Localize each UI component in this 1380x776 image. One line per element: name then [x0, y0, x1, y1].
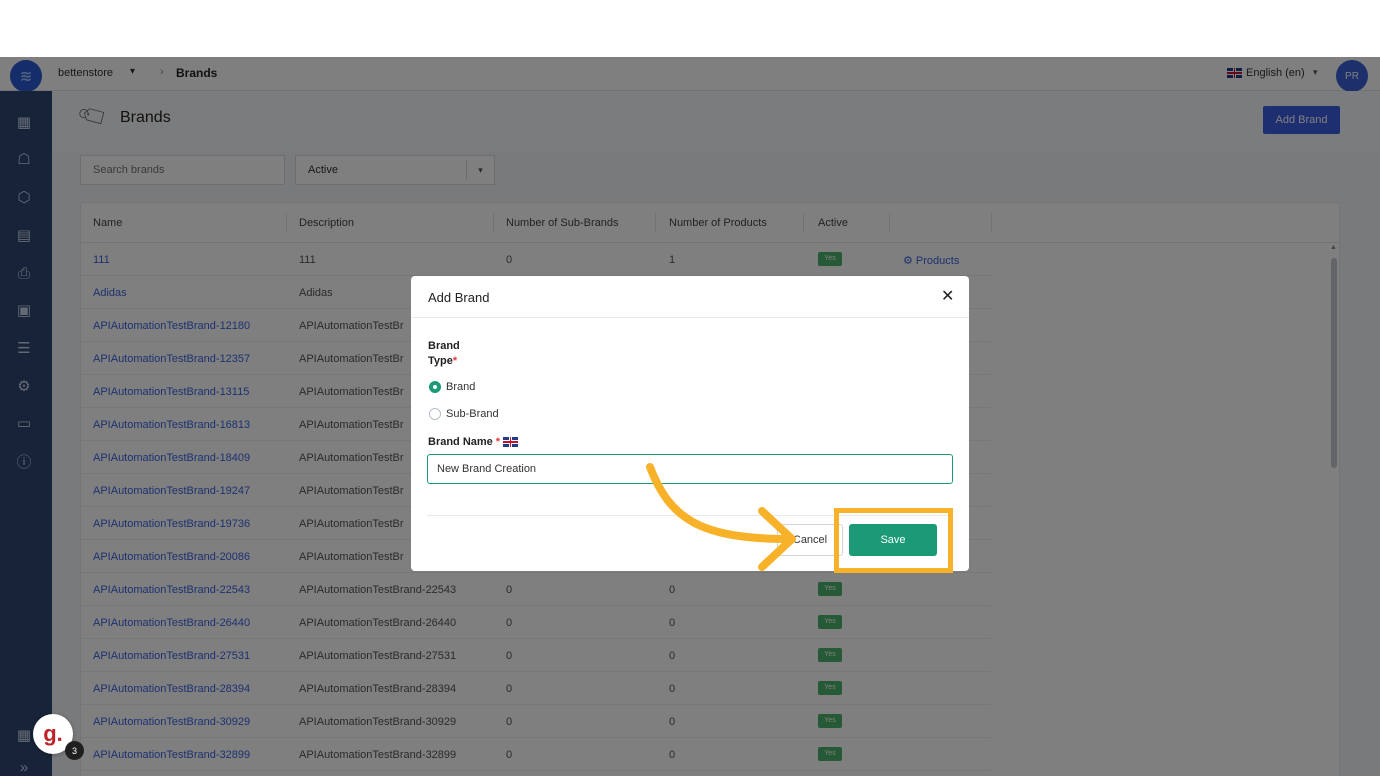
close-icon[interactable]: ✕	[941, 286, 954, 306]
required-mark: *	[495, 436, 501, 448]
brand-name-label: Brand Name *	[428, 436, 519, 448]
brand-type-label: Brand Type*	[428, 339, 488, 369]
modal-title: Add Brand	[428, 290, 490, 305]
radio-option-label: Sub-Brand	[446, 408, 499, 420]
app-screen: ≋ bettenstore ▾ › Brands English (en) ▾ …	[0, 57, 1380, 776]
uk-flag-icon	[503, 437, 519, 447]
radio-option-label: Brand	[446, 381, 476, 393]
radio-option-brand[interactable]: Brand	[429, 381, 475, 393]
required-mark: *	[452, 355, 458, 367]
radio-unchecked-icon[interactable]	[429, 408, 441, 420]
save-highlight-box	[834, 508, 953, 573]
notification-badge: 3	[65, 741, 84, 760]
radio-checked-icon[interactable]	[429, 381, 441, 393]
divider	[411, 317, 969, 318]
brand-name-label-text: Brand Name	[428, 436, 493, 448]
guide-arrow-icon	[646, 463, 796, 571]
radio-option-sub-brand[interactable]: Sub-Brand	[429, 408, 499, 420]
